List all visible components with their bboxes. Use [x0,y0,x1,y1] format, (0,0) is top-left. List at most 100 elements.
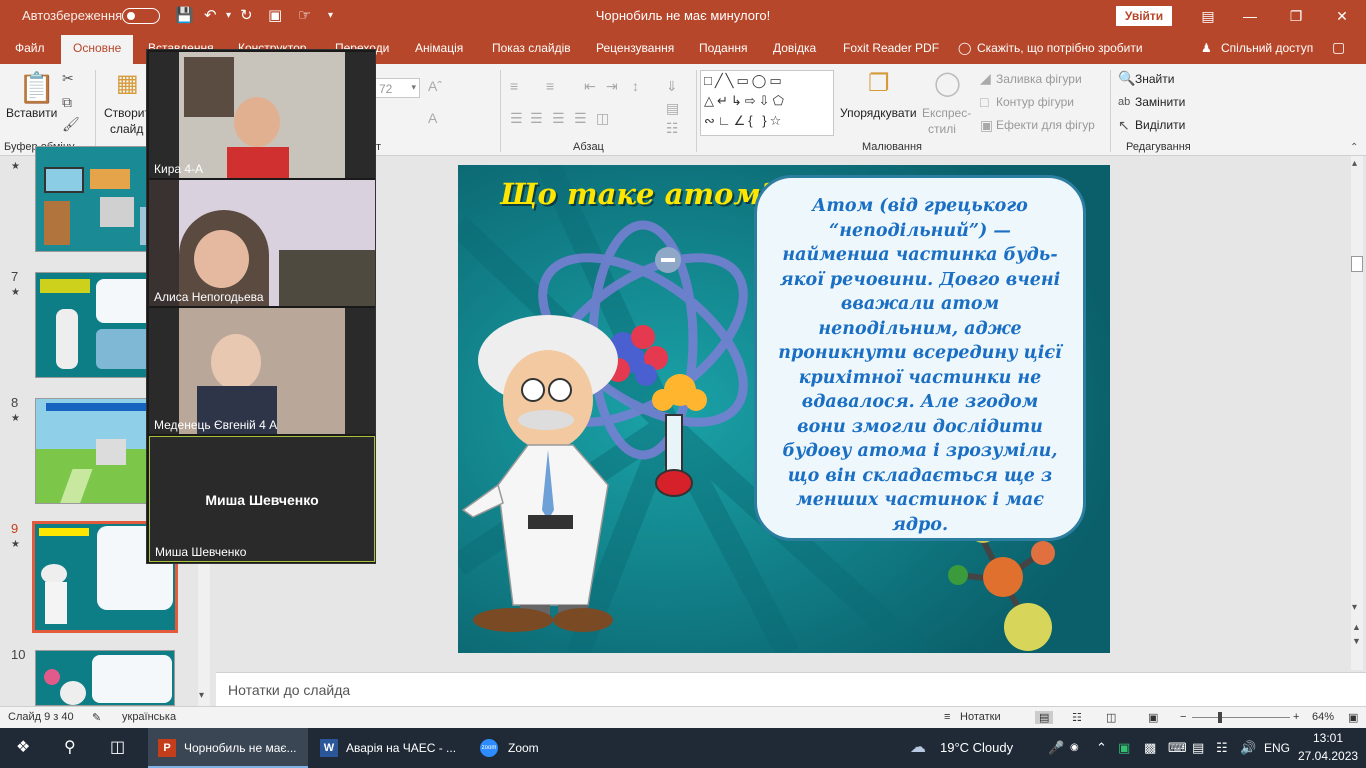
slide-title[interactable]: Що таке атом? [500,177,778,211]
shapes-row-2[interactable]: △↵↳⇨⇩⬠ [704,93,787,109]
shape-outline-button[interactable]: Контур фігури [996,95,1074,109]
tab-review[interactable]: Рецензування [596,41,674,55]
clock-date[interactable]: 27.04.2023 [1298,749,1358,763]
video-tile-1[interactable]: Кира 4-А [149,52,375,178]
ribbon-display-icon[interactable]: ▤ [1188,4,1228,28]
tell-me-search[interactable]: Скажіть, що потрібно зробити [977,41,1143,55]
fit-to-window-icon[interactable]: ▣ [1348,711,1358,724]
notes-toggle-button[interactable]: Нотатки [960,711,1001,723]
arrange-button[interactable]: Упорядкувати [840,106,917,120]
video-tile-4[interactable]: Миша Шевченко Миша Шевченко [149,436,375,562]
format-painter-icon[interactable]: 🖌 [62,116,80,132]
columns-icon[interactable]: ◫ [596,110,609,126]
thumbnails-scroll-down-icon[interactable]: ▾ [199,690,204,701]
network-icon[interactable]: ☷ [1216,728,1228,768]
select-icon[interactable]: ↖ [1118,117,1130,133]
zoom-in-icon[interactable]: + [1293,711,1299,723]
tray-display-icon[interactable]: ▩ [1144,728,1156,768]
align-right-icon[interactable]: ☰ [552,110,565,126]
slide-thumbnail-10[interactable] [35,650,175,706]
tab-animation[interactable]: Анімація [415,41,463,55]
smartart-icon[interactable]: ☷ [666,120,679,136]
shape-effects-icon[interactable]: ▣ [980,117,993,133]
tab-file[interactable]: Файл [15,41,45,55]
undo-dropdown-icon[interactable]: ▾ [226,6,231,26]
cut-icon[interactable]: ✂ [62,70,74,86]
align-text-icon[interactable]: ▤ [666,100,679,116]
text-direction-icon[interactable]: ⇓ [666,78,678,94]
reading-view-icon[interactable]: ◫ [1106,711,1116,724]
shape-fill-icon[interactable]: ◢ [980,70,991,86]
find-icon[interactable]: 🔍 [1118,70,1135,86]
microphone-icon[interactable]: 🎤 [1048,728,1064,768]
taskbar-app-word[interactable]: W Аварія на ЧАЕС - ... [310,728,470,768]
volume-icon[interactable]: 🔊 [1240,728,1256,768]
tab-help[interactable]: Довідка [773,41,816,55]
notes-pane[interactable]: Нотатки до слайда [216,672,1366,706]
font-size-box[interactable]: 72 ▾ [374,78,420,98]
taskbar-app-zoom[interactable]: zoom Zoom [472,728,562,768]
shapes-row-3[interactable]: ∾∟∠{ }☆ [704,113,784,129]
slideshow-icon[interactable]: ▣ [1148,711,1158,724]
search-icon[interactable]: ⚲ [64,728,76,768]
zoom-slider-thumb[interactable] [1218,712,1222,723]
save-icon[interactable]: 💾 [175,6,194,26]
clock-time[interactable]: 13:01 [1300,731,1356,745]
close-icon[interactable]: ✕ [1322,4,1362,28]
new-slide-icon[interactable]: ▦ [116,70,139,98]
tray-tablet-icon[interactable]: ▤ [1192,728,1204,768]
align-center-icon[interactable]: ☰ [530,110,543,126]
font-color-icon[interactable]: A [428,110,437,126]
grow-font-icon[interactable]: Aˆ [428,78,442,94]
tray-app-icon[interactable]: ▣ [1118,728,1130,768]
decrease-indent-icon[interactable]: ⇤ [584,78,596,94]
increase-indent-icon[interactable]: ⇥ [606,78,618,94]
slide-text-bubble[interactable]: Атом (від грецького “неподільний”) — най… [754,175,1086,541]
normal-view-icon[interactable]: ▤ [1035,711,1054,724]
redo-icon[interactable]: ↻ [240,6,253,26]
collapse-ribbon-icon[interactable]: ⌃ [1350,140,1358,156]
autosave-toggle[interactable] [122,8,160,24]
zoom-video-panel[interactable]: Кира 4-А Алиса Непогодьева Меденець Євге… [146,49,376,564]
bullets-icon[interactable]: ≡ [510,78,518,94]
previous-slide-icon[interactable]: ▲ [1352,622,1361,632]
line-spacing-icon[interactable]: ↕ [632,78,639,94]
undo-icon[interactable]: ↶ [204,6,217,26]
video-tile-3[interactable]: Меденець Євгеній 4 А [149,308,375,434]
zoom-slider[interactable] [1192,717,1290,718]
taskbar-app-powerpoint[interactable]: P Чорнобиль не має... [148,728,308,768]
paste-icon[interactable]: 📋 [18,72,55,106]
input-language[interactable]: ENG [1264,728,1290,768]
shape-outline-icon[interactable]: □ [980,94,988,110]
current-slide[interactable]: Що таке атом? Атом (від грецького “непод… [458,165,1110,653]
windows-start-icon[interactable]: ❖ [16,728,30,768]
numbering-icon[interactable]: ≡ [546,78,554,94]
paste-button[interactable]: Вставити [6,106,57,120]
show-hidden-icons[interactable]: ⌃ [1096,728,1107,768]
presenter-icon[interactable]: ▣ [268,6,282,26]
sign-in-button[interactable]: Увійти [1116,6,1172,26]
next-slide-icon[interactable]: ▼ [1352,636,1361,646]
editor-scroll-down-icon[interactable]: ▾ [1352,602,1357,613]
touch-mode-icon[interactable]: ☞ [298,6,311,26]
zoom-tray-icon[interactable]: ◉ [1070,728,1079,768]
tab-slideshow[interactable]: Показ слайдів [492,41,571,55]
editor-scrollbar[interactable]: ▴ ▾ ▲ ▼ [1351,156,1363,670]
share-button[interactable]: Спільний доступ [1221,41,1313,55]
slide-sorter-icon[interactable]: ☷ [1072,711,1082,724]
shapes-row-1[interactable]: □╱╲▭◯▭ [704,73,785,89]
shapes-gallery[interactable]: □╱╲▭◯▭ △↵↳⇨⇩⬠ ∾∟∠{ }☆ [700,70,834,136]
justify-icon[interactable]: ☰ [574,110,587,126]
weather-text[interactable]: 19°C Cloudy [940,728,1013,768]
find-button[interactable]: Знайти [1135,72,1174,86]
shape-fill-button[interactable]: Заливка фігури [996,72,1082,86]
quick-styles-button[interactable]: Експрес- [922,106,971,120]
language-status[interactable]: українська [122,711,176,723]
align-left-icon[interactable]: ☰ [510,110,523,126]
tab-view[interactable]: Подання [699,41,747,55]
shape-effects-button[interactable]: Ефекти для фігур [996,118,1095,132]
task-view-icon[interactable]: ◫ [110,728,125,768]
notes-toggle-icon[interactable]: ≡ [944,711,950,723]
zoom-out-icon[interactable]: − [1180,711,1186,723]
minimize-icon[interactable]: — [1230,4,1270,28]
